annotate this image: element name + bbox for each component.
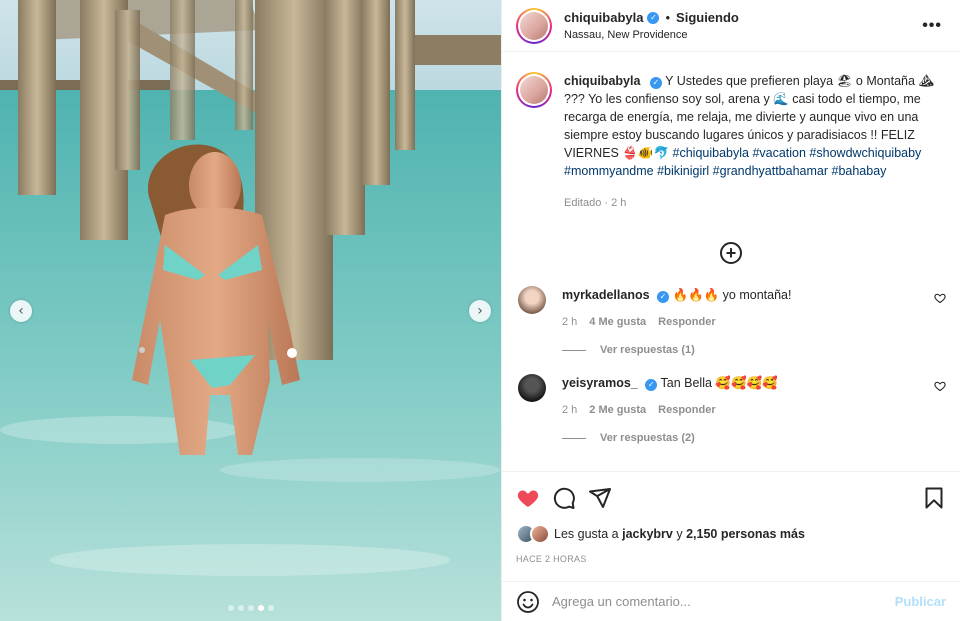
comment-text: 🔥🔥🔥 yo montaña! [672,288,792,302]
comment-likes[interactable]: 4 Me gusta [589,316,646,328]
post-details-panel: chiquibabyla ✓ • Siguiendo Nassau, New P… [501,0,960,621]
comment-likes[interactable]: 2 Me gusta [589,404,646,416]
heart-outline-icon[interactable] [934,292,946,304]
view-replies-button[interactable]: Ver respuestas (2) [562,432,946,444]
carousel-dot [227,605,234,611]
likes-summary[interactable]: Les gusta a jackybrv y 2,150 personas má… [516,524,946,544]
comment-time: 2 h [562,404,578,416]
following-button[interactable]: Siguiendo [676,10,739,25]
view-replies-label: Ver respuestas (2) [600,432,695,444]
location-link[interactable]: Nassau, New Providence [564,29,739,41]
comment-text: Tan Bella 🥰🥰🥰🥰 [660,376,778,390]
load-more-comments-button[interactable]: + [720,242,742,264]
next-image-button[interactable]: › [469,300,491,322]
comment-icon[interactable] [552,486,576,510]
commenter-username[interactable]: myrkadellanos [562,288,650,302]
view-replies-button[interactable]: Ver respuestas (1) [562,344,946,356]
post-actions: Les gusta a jackybrv y 2,150 personas má… [502,471,960,564]
carousel-dot [247,605,254,611]
comment-time: 2 h [562,316,578,328]
chevron-left-icon: ‹ [18,303,24,319]
likes-count[interactable]: 2,150 personas más [686,527,805,541]
beach-photo [0,0,501,621]
share-icon[interactable] [588,486,612,510]
reply-button[interactable]: Responder [658,404,715,416]
instagram-post-modal: ‹ › chiquibabyla ✓ • Siguiendo Nassau, N… [0,0,960,621]
heart-filled-icon[interactable] [516,486,540,510]
heart-outline-icon[interactable] [934,380,946,392]
caption-avatar[interactable] [516,72,552,108]
post-timestamp: HACE 2 HORAS [516,554,587,564]
view-replies-label: Ver respuestas (1) [600,344,695,356]
bookmark-icon[interactable] [922,486,946,510]
verified-badge-icon: ✓ [645,379,658,391]
verified-badge-icon: ✓ [647,11,660,24]
likes-connector: y [676,527,683,541]
likes-prefix: Les gusta a [554,527,619,541]
carousel-dot [267,605,274,611]
more-options-icon[interactable]: ••• [922,18,942,34]
reply-button[interactable]: Responder [658,316,715,328]
commenter-avatar[interactable] [518,374,546,402]
post-header: chiquibabyla ✓ • Siguiendo Nassau, New P… [502,0,960,52]
carousel-indicator [0,605,501,611]
liker-avatars [516,524,550,544]
emoji-icon[interactable] [516,590,540,614]
commenter-avatar[interactable] [518,286,546,314]
carousel-dot [257,605,264,611]
comment-item: myrkadellanos ✓ 🔥🔥🔥 yo montaña! 2 h 4 Me… [502,286,960,356]
liker-username[interactable]: jackybrv [622,527,673,541]
verified-badge-icon: ✓ [649,77,662,89]
chevron-right-icon: › [477,303,483,319]
comment-item: yeisyramos_ ✓ Tan Bella 🥰🥰🥰🥰 2 h 2 Me gu… [502,374,960,444]
previous-image-button[interactable]: ‹ [10,300,32,322]
author-username[interactable]: chiquibabyla [564,10,643,25]
separator-dot: • [665,10,671,25]
comments-scroll-area[interactable]: chiquibabyla ✓ Y Ustedes que prefieren p… [502,52,960,471]
commenter-username[interactable]: yeisyramos_ [562,376,638,390]
publish-button[interactable]: Publicar [895,594,946,609]
carousel-dot [237,605,244,611]
verified-badge-icon: ✓ [657,291,670,303]
caption-username[interactable]: chiquibabyla [564,74,640,88]
comment-input[interactable] [552,594,895,609]
caption-meta: Editado · 2 h [564,197,627,209]
add-comment-bar: Publicar [502,581,960,621]
post-image[interactable]: ‹ › [0,0,501,621]
avatar[interactable] [516,7,552,44]
caption: chiquibabyla ✓ Y Ustedes que prefieren p… [502,52,960,212]
